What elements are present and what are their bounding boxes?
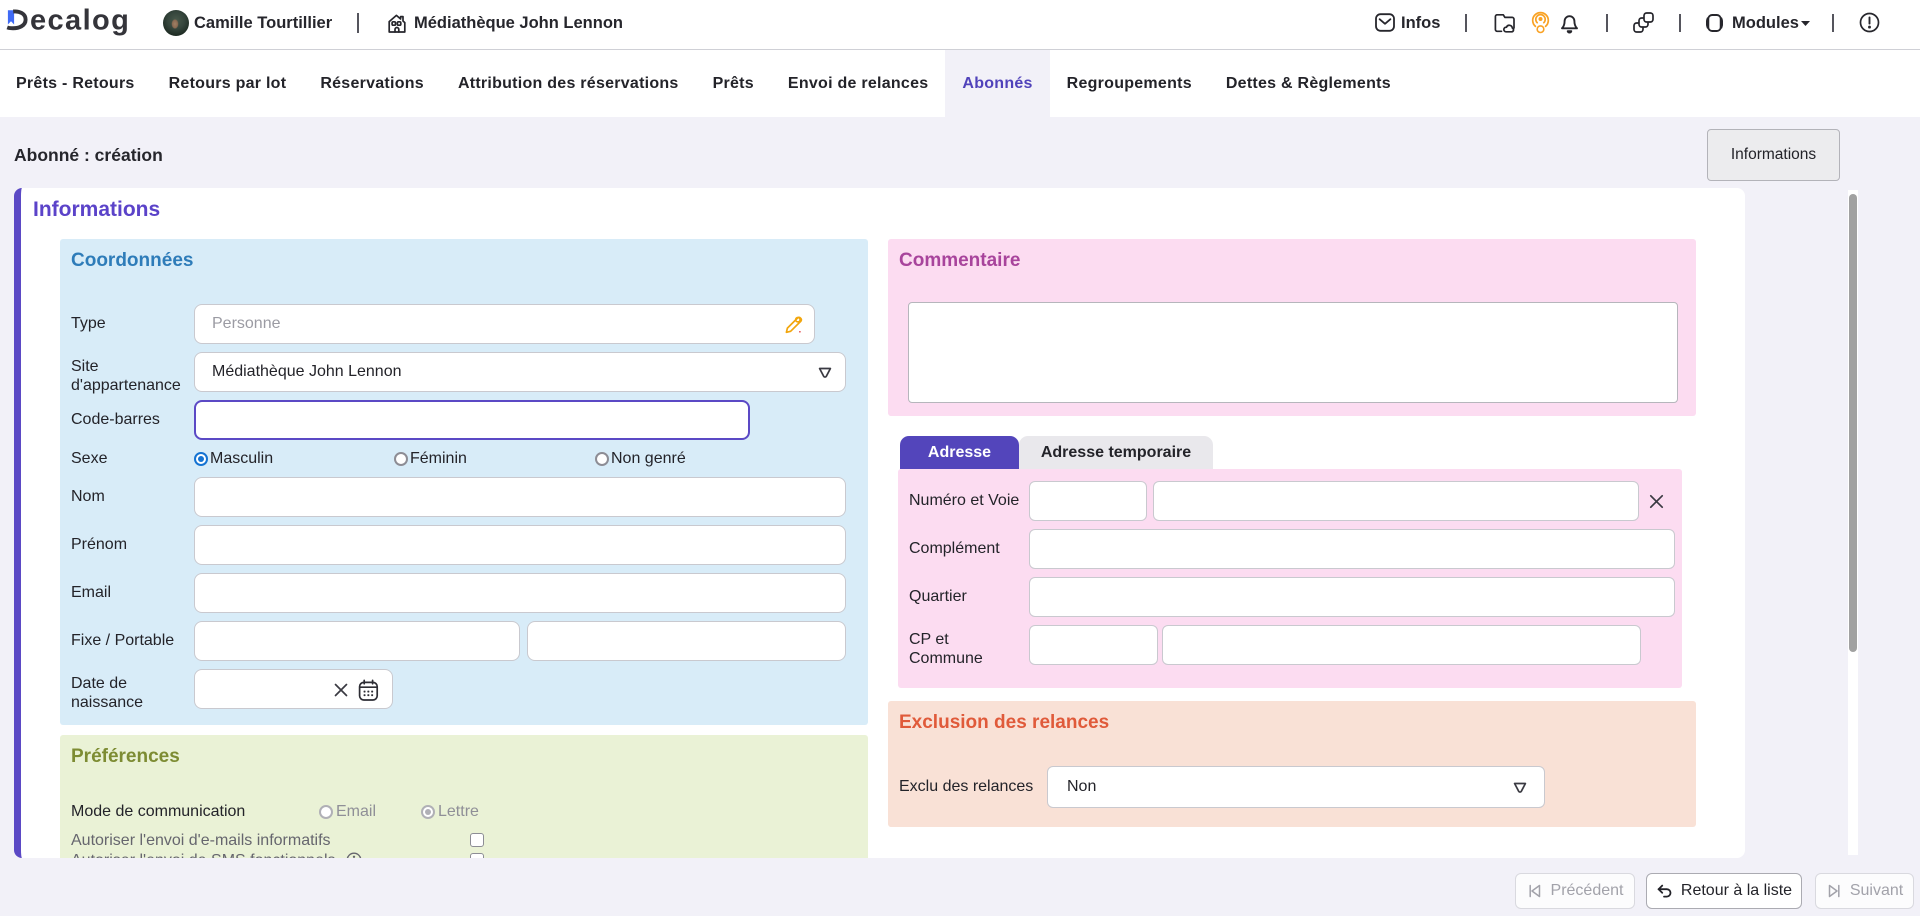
svg-text:ecalog: ecalog <box>30 5 130 37</box>
